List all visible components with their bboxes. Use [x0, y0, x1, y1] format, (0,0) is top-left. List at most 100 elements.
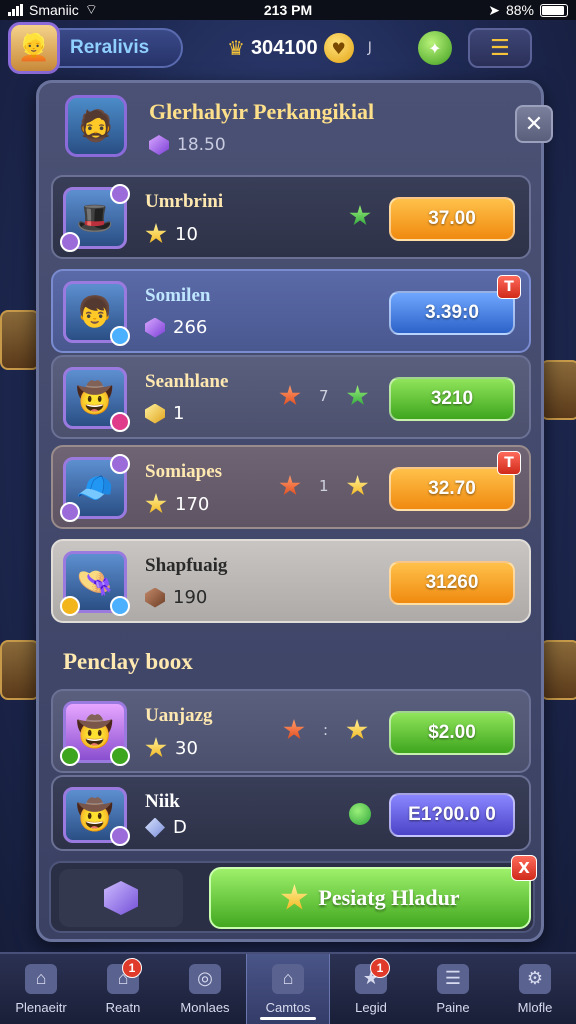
- battery-percent: 88%: [505, 2, 534, 18]
- offer-value: 170: [175, 493, 210, 515]
- red-star-icon: [279, 385, 301, 406]
- offer-value: 190: [173, 587, 208, 608]
- green-star-icon: [349, 205, 371, 226]
- price-button[interactable]: 3210: [389, 377, 515, 421]
- cube-slot[interactable]: [59, 869, 183, 927]
- offer-row[interactable]: 🎩 Umrbrini 10 37.00: [51, 175, 531, 259]
- nav-item-active[interactable]: ⌂ Camtos: [246, 954, 330, 1024]
- background-item: [540, 640, 576, 700]
- star-icon: [145, 223, 167, 244]
- nav-item-shop[interactable]: ⌂ 1 Reatn: [82, 954, 164, 1024]
- menu-button[interactable]: ☰: [467, 28, 532, 68]
- wifi-icon: ⌔: [84, 1, 98, 17]
- rating-label: 1: [319, 477, 329, 495]
- status-bar: Smaniic ⌔ 213 PM ➤ 88%: [0, 0, 576, 20]
- price-button[interactable]: 31260: [389, 561, 515, 605]
- gold-amount: 304100: [250, 36, 318, 59]
- hero-avatar: 🤠: [63, 367, 130, 432]
- price-button[interactable]: 37.00: [389, 197, 515, 241]
- offer-row[interactable]: 🤠 Seanhlane 1 7 3210: [51, 355, 531, 439]
- new-badge: T: [497, 275, 521, 299]
- offer-name: Umrbrini: [145, 191, 224, 212]
- star-icon: [145, 737, 167, 758]
- notification-badge: 1: [122, 958, 142, 978]
- cube-icon: [104, 881, 138, 915]
- chat-icon: ☰: [437, 963, 469, 994]
- star-icon: [145, 493, 167, 514]
- offer-row[interactable]: 👦 Somilen 266 3.39:0 T: [51, 269, 531, 353]
- battery-icon: [540, 3, 568, 17]
- green-dot-icon: [349, 803, 371, 825]
- offer-row[interactable]: 🤠 Uanjazg 30 : $2.00: [51, 689, 531, 773]
- building-icon: ⌂: [272, 963, 304, 994]
- player-name: Reralivis: [70, 37, 150, 58]
- red-star-icon: [279, 475, 301, 496]
- offer-row[interactable]: 🤠 Niik D E1?00.0 0: [51, 775, 531, 851]
- offer-stat: 10: [145, 223, 198, 245]
- crown-icon: ♛: [227, 36, 245, 60]
- offer-name: Uanjazg: [145, 705, 213, 726]
- purple-gem-icon: [145, 317, 165, 338]
- signal-icon: [8, 4, 23, 16]
- offer-stat: 266: [145, 317, 207, 338]
- player-profile[interactable]: 👱 Reralivis: [8, 22, 183, 74]
- notification-badge: 1: [370, 958, 390, 978]
- gold-counter: ♛ 304100 ♥: [227, 33, 354, 63]
- offer-name: Shapfuaig: [145, 555, 228, 576]
- star-icon: [346, 719, 368, 740]
- nav-item-chat[interactable]: ☰ Paine: [412, 954, 494, 1024]
- offer-rating: 1: [279, 475, 369, 497]
- hero-avatar: 🎩: [60, 184, 130, 252]
- primary-action-button[interactable]: Pesiatg Hladur: [209, 867, 531, 929]
- price-button[interactable]: E1?00.0 0: [389, 793, 515, 837]
- currency-label: J: [367, 40, 372, 56]
- nav-label: Legid: [355, 999, 387, 1015]
- rating-label: :: [323, 721, 329, 739]
- offer-name: Niik: [145, 791, 180, 812]
- nav-item-quests[interactable]: ★ 1 Legid: [330, 954, 412, 1024]
- header-avatar: 🧔: [65, 95, 127, 157]
- offer-rating: 7: [279, 385, 369, 407]
- shop-modal: 🧔 Glerhalyir Perkangikial 18.50 ✕ 🎩 Umrb…: [36, 80, 553, 942]
- offer-value: 10: [175, 223, 198, 245]
- modal-subtitle: 18.50: [149, 135, 226, 155]
- nav-item-compass[interactable]: ◎ Monlaes: [164, 954, 246, 1024]
- location-icon: ➤: [488, 1, 500, 18]
- nav-label: Monlaes: [180, 999, 230, 1015]
- modal-header: 🧔 Glerhalyir Perkangikial 18.50 ✕: [61, 95, 553, 159]
- rating-label: 7: [319, 387, 329, 405]
- gem-button[interactable]: ✦: [417, 31, 452, 65]
- primary-action-label: Pesiatg Hladur: [318, 885, 460, 910]
- nav-item-home[interactable]: ⌂ Plenaeitr: [0, 954, 82, 1024]
- nav-label: Paine: [436, 999, 470, 1015]
- offer-name: Somiapes: [145, 461, 223, 482]
- player-avatar[interactable]: 👱: [8, 22, 60, 74]
- green-star-icon: [346, 385, 369, 406]
- close-button[interactable]: ✕: [515, 105, 553, 143]
- gear-icon: ⚙: [519, 963, 551, 994]
- offer-name: Somilen: [145, 285, 211, 306]
- hero-avatar: 🤠: [63, 787, 130, 846]
- background-item: [0, 640, 40, 700]
- background-item: [0, 310, 40, 370]
- modal-title: Glerhalyir Perkangikial: [149, 99, 375, 124]
- purple-gem-icon: [149, 135, 169, 155]
- hero-avatar: 👒: [60, 551, 130, 616]
- top-bar: 👱 Reralivis ♛ 304100 ♥ J ✦ ☰: [0, 20, 576, 76]
- offer-stat: 170: [145, 493, 209, 515]
- offer-row[interactable]: 🧢 Somiapes 170 1 32.70 T: [51, 445, 531, 529]
- brown-gem-icon: [145, 587, 165, 608]
- coin-icon[interactable]: ♥: [323, 33, 354, 63]
- nav-label: Mlofle: [517, 999, 553, 1015]
- offer-stat: 30: [145, 737, 198, 759]
- price-button[interactable]: 3.39:0: [389, 291, 515, 335]
- action-close-badge[interactable]: X: [511, 855, 537, 881]
- price-button[interactable]: 32.70: [389, 467, 515, 511]
- offer-value: D: [173, 817, 187, 838]
- offer-value: 266: [173, 317, 208, 338]
- price-button[interactable]: $2.00: [389, 711, 515, 755]
- nav-item-settings[interactable]: ⚙ Mlofle: [494, 954, 576, 1024]
- offer-row[interactable]: 👒 Shapfuaig 190 31260: [51, 539, 531, 623]
- offer-rating: [349, 803, 371, 825]
- star-icon: [280, 884, 308, 910]
